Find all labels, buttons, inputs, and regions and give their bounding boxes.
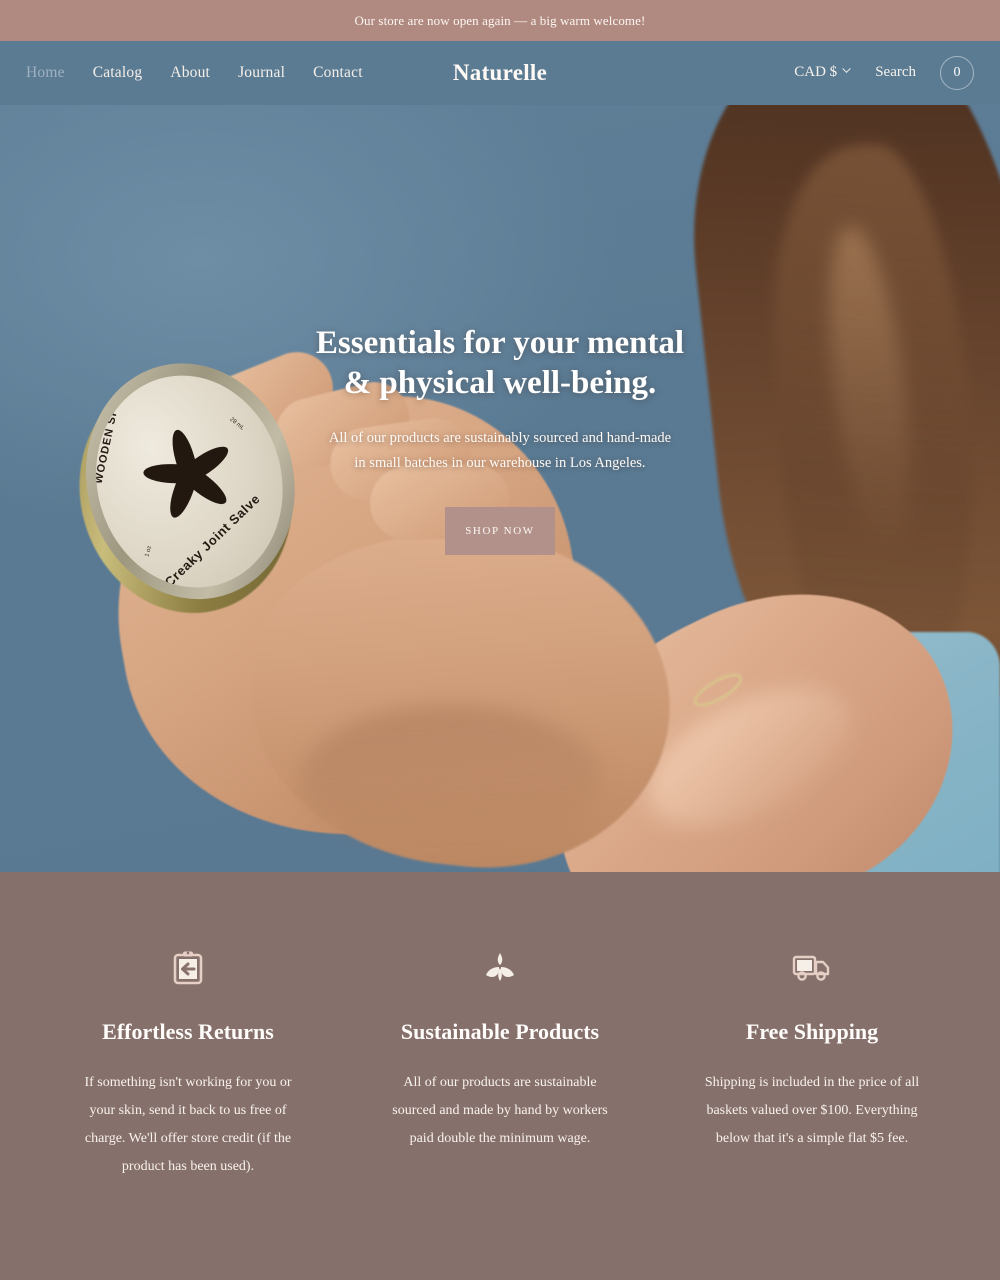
shop-now-button[interactable]: SHOP NOW	[445, 507, 555, 556]
search-link[interactable]: Search	[875, 64, 916, 81]
nav-item-contact[interactable]: Contact	[313, 64, 363, 82]
feature-body: If something isn't working for you or yo…	[84, 1074, 292, 1174]
feature-title: Free Shipping	[745, 1019, 879, 1044]
chevron-down-icon	[842, 66, 851, 75]
hero-title-line-2: & physical well-being.	[343, 365, 657, 402]
lotus-icon	[480, 948, 520, 988]
hero-content: Essentials for your mental & physical we…	[0, 323, 1000, 556]
nav-item-home[interactable]: Home	[26, 64, 65, 82]
announcement-text: Our store are now open again — a big war…	[354, 12, 646, 28]
cart-button[interactable]: 0	[940, 55, 974, 90]
feature-body: Shipping is included in the price of all…	[704, 1074, 920, 1146]
hero-subtitle-line-1: All of our products are sustainably sour…	[328, 429, 672, 446]
feature-sustainable-products: Sustainable Products All of our products…	[344, 948, 656, 1280]
hand-shadow	[300, 705, 600, 855]
cart-count: 0	[953, 64, 961, 80]
logo-text[interactable]: Naturelle	[453, 60, 547, 86]
hero-title-line-1: Essentials for your mental	[315, 325, 685, 361]
return-clipboard-icon	[168, 948, 208, 988]
hero-title: Essentials for your mental & physical we…	[316, 323, 684, 404]
feature-effortless-returns: Effortless Returns If something isn't wo…	[32, 948, 344, 1280]
header-actions: CAD $ Search 0	[794, 55, 974, 90]
site-header: Home Catalog About Journal Contact Natur…	[0, 41, 1000, 105]
nav-item-catalog[interactable]: Catalog	[93, 64, 143, 82]
feature-title: Sustainable Products	[400, 1019, 600, 1044]
feature-title: Effortless Returns	[102, 1019, 274, 1044]
hero-subtitle: All of our products are sustainably sour…	[329, 426, 671, 478]
main-navigation: Home Catalog About Journal Contact	[26, 64, 363, 82]
nav-item-about[interactable]: About	[170, 64, 210, 82]
features-section: Effortless Returns If something isn't wo…	[0, 872, 1000, 1280]
feature-free-shipping: Free Shipping Shipping is included in th…	[656, 948, 968, 1280]
currency-label: CAD $	[794, 64, 838, 80]
nav-item-journal[interactable]: Journal	[238, 64, 285, 82]
hero-section: WOODEN SPOON HERBS Creaky Joint Salve 1 …	[0, 105, 1000, 872]
feature-body: All of our products are sustainable sour…	[392, 1074, 608, 1146]
delivery-truck-icon	[792, 948, 832, 988]
currency-selector[interactable]: CAD $	[794, 64, 851, 81]
announcement-bar: Our store are now open again — a big war…	[0, 0, 1000, 41]
hero-subtitle-line-2: in small batches in our warehouse in Los…	[354, 455, 646, 472]
